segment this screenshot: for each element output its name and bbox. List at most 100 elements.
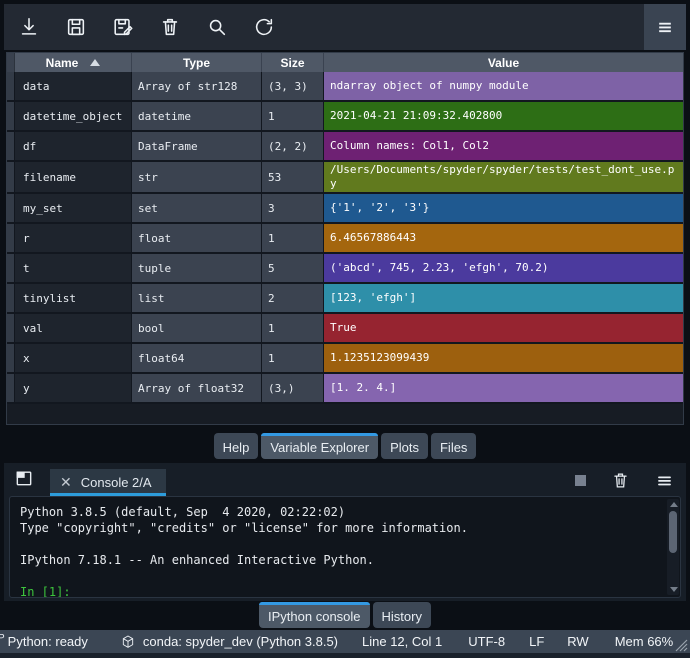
cell-size[interactable]: 53 (262, 162, 324, 192)
variable-table-header: Name Type Size Value (7, 53, 683, 72)
cell-size[interactable]: 1 (262, 102, 324, 130)
scrollbar-thumb[interactable] (669, 511, 677, 553)
variable-table: Name Type Size Value dataArray of str128… (6, 52, 684, 425)
status-bar: P Python: ready conda: spyder_dev (Pytho… (0, 630, 690, 653)
cell-type[interactable]: set (132, 194, 262, 222)
tab-history[interactable]: History (373, 602, 431, 628)
cell-type[interactable]: Array of float32 (132, 374, 262, 402)
tab-files[interactable]: Files (431, 433, 476, 459)
save-data-as-button[interactable] (106, 10, 140, 44)
column-header-size-label: Size (280, 56, 304, 70)
cell-type[interactable]: tuple (132, 254, 262, 282)
cell-name[interactable]: data (15, 72, 132, 100)
sort-ascending-icon (90, 59, 100, 66)
cell-size[interactable]: (3, 3) (262, 72, 324, 100)
cell-name[interactable]: y (15, 374, 132, 402)
cell-value[interactable]: 1.1235123099439 (324, 344, 683, 372)
row-index-header[interactable] (7, 284, 15, 312)
save-data-icon (65, 16, 87, 38)
cell-value[interactable]: 2021-04-21 21:09:32.402800 (324, 102, 683, 130)
variable-explorer-options-button[interactable] (644, 4, 686, 50)
remove-all-variables-button[interactable] (611, 471, 630, 493)
save-data-button[interactable] (59, 10, 93, 44)
tab-ipython-console[interactable]: IPython console (259, 602, 370, 628)
cell-name[interactable]: val (15, 314, 132, 342)
row-index-header[interactable] (7, 224, 15, 252)
cell-type[interactable]: Array of str128 (132, 72, 262, 100)
column-header-value[interactable]: Value (324, 53, 683, 72)
remove-variable-button[interactable] (153, 10, 187, 44)
column-header-size[interactable]: Size (262, 53, 324, 72)
cell-value[interactable]: [1. 2. 4.] (324, 374, 683, 402)
table-row: filenamestr53/Users/Documents/spyder/spy… (7, 162, 683, 194)
cell-type[interactable]: datetime (132, 102, 262, 130)
search-variable-button[interactable] (200, 10, 234, 44)
interrupt-kernel-button[interactable] (575, 475, 586, 486)
status-conda-env[interactable]: conda: spyder_dev (Python 3.8.5) (143, 634, 338, 649)
close-icon[interactable]: ✕ (60, 474, 72, 491)
cell-type[interactable]: DataFrame (132, 132, 262, 160)
row-index-header[interactable] (7, 194, 15, 222)
cell-value[interactable]: /Users/Documents/spyder/spyder/tests/tes… (324, 162, 683, 192)
row-index-header[interactable] (7, 344, 15, 372)
cell-value[interactable]: Column names: Col1, Col2 (324, 132, 683, 160)
cell-size[interactable]: 1 (262, 314, 324, 342)
cell-type[interactable]: str (132, 162, 262, 192)
console-output[interactable]: Python 3.8.5 (default, Sep 4 2020, 02:22… (9, 496, 681, 598)
row-index-header[interactable] (7, 72, 15, 100)
console-prompt: In [1]: (20, 584, 660, 598)
cell-size[interactable]: 5 (262, 254, 324, 282)
cell-type[interactable]: float (132, 224, 262, 252)
console-line (20, 568, 660, 584)
cell-size[interactable]: (3,) (262, 374, 324, 402)
cell-name[interactable]: tinylist (15, 284, 132, 312)
search-icon (206, 16, 228, 38)
cell-name[interactable]: r (15, 224, 132, 252)
row-index-header[interactable] (7, 162, 15, 192)
cell-size[interactable]: 1 (262, 344, 324, 372)
cell-size[interactable]: (2, 2) (262, 132, 324, 160)
import-data-button[interactable] (12, 10, 46, 44)
tab-help[interactable]: Help (214, 433, 259, 459)
refresh-button[interactable] (247, 10, 281, 44)
row-index-header[interactable] (7, 314, 15, 342)
cell-size[interactable]: 2 (262, 284, 324, 312)
cell-name[interactable]: my_set (15, 194, 132, 222)
table-row: datetime_objectdatetime12021-04-21 21:09… (7, 102, 683, 132)
cell-name[interactable]: x (15, 344, 132, 372)
status-memory: Mem 66% (615, 634, 674, 649)
cell-size[interactable]: 3 (262, 194, 324, 222)
cell-value[interactable]: {'1', '2', '3'} (324, 194, 683, 222)
status-python-ready: Python: ready (8, 634, 88, 649)
tab-plots[interactable]: Plots (381, 433, 428, 459)
scroll-down-icon[interactable] (670, 587, 678, 592)
console-tab[interactable]: ✕ Console 2/A (50, 469, 166, 496)
cell-type[interactable]: bool (132, 314, 262, 342)
cell-name[interactable]: filename (15, 162, 132, 192)
cell-type[interactable]: float64 (132, 344, 262, 372)
row-index-header[interactable] (7, 102, 15, 130)
cell-size[interactable]: 1 (262, 224, 324, 252)
cell-value[interactable]: ('abcd', 745, 2.23, 'efgh', 70.2) (324, 254, 683, 282)
cell-value[interactable]: 6.46567886443 (324, 224, 683, 252)
cell-type[interactable]: list (132, 284, 262, 312)
cell-name[interactable]: df (15, 132, 132, 160)
scroll-up-icon[interactable] (670, 502, 678, 507)
column-header-name[interactable]: Name (15, 53, 132, 72)
browse-tabs-button[interactable] (14, 468, 34, 491)
column-header-type[interactable]: Type (132, 53, 262, 72)
row-index-header[interactable] (7, 374, 15, 402)
cell-name[interactable]: t (15, 254, 132, 282)
cell-value[interactable]: [123, 'efgh'] (324, 284, 683, 312)
tab-variable-explorer[interactable]: Variable Explorer (261, 433, 378, 459)
cell-value[interactable]: ndarray object of numpy module (324, 72, 683, 100)
hamburger-icon (655, 17, 675, 37)
console-options-button[interactable] (655, 471, 674, 493)
cell-value[interactable]: True (324, 314, 683, 342)
row-index-header[interactable] (7, 254, 15, 282)
row-index-header[interactable] (7, 132, 15, 160)
hamburger-icon (655, 471, 674, 490)
cell-name[interactable]: datetime_object (15, 102, 132, 130)
console-scrollbar[interactable] (667, 499, 679, 595)
status-encoding: UTF-8 (468, 634, 505, 649)
